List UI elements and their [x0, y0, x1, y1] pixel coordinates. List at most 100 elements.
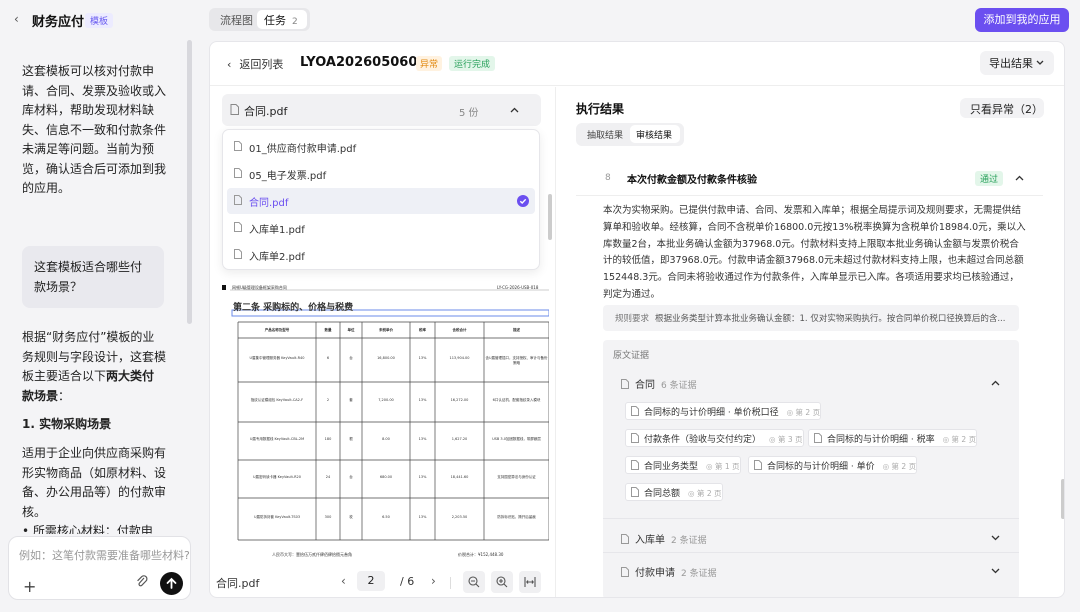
evidence-chip[interactable]: 合同标的与计价明细 · 税率 ◎ 第 2 页 [808, 429, 978, 447]
file-option[interactable]: 05_电子发票.pdf [227, 161, 535, 187]
result-scrollbar[interactable] [1061, 479, 1064, 519]
sidebar-scrollbar[interactable] [187, 40, 192, 324]
table-cell: 16,800.00 [377, 356, 395, 360]
evidence-chip[interactable]: 合同标的与计价明细 · 单价 ◎ 第 2 页 [748, 456, 918, 474]
file-dropdown: 01_供应商付款申请.pdf 05_电子发票.pdf 合同.pdf 入库单1.pdf 入… [222, 129, 540, 270]
chevron-down-icon[interactable] [991, 568, 1000, 574]
file-icon [631, 487, 639, 497]
zoom-in-icon[interactable] [491, 571, 513, 593]
chevron-left-icon: ‹ [227, 58, 232, 71]
evidence-group[interactable]: 入库单 2 条证据 [621, 531, 707, 546]
evidence-group[interactable]: 合同 6 条证据 [621, 376, 697, 391]
table-cell: 枚 [349, 515, 353, 519]
file-icon [631, 460, 639, 470]
table-cell: 113,904.00 [449, 356, 470, 360]
table-cell: 18,441.60 [450, 475, 469, 479]
chevron-up-icon [1015, 175, 1024, 181]
send-button[interactable] [160, 572, 183, 595]
page-number-input[interactable]: 2 [357, 571, 385, 591]
answer-paragraph: 适用于企业向供应商采购有形实物商品（如原材料、设备、办公用品等）的付款审核。 [22, 446, 167, 519]
chevron-up-icon[interactable] [991, 380, 1000, 386]
file-option[interactable]: 01_供应商付款申请.pdf [227, 134, 535, 160]
tab-review-results[interactable]: 审核结果 [630, 125, 680, 143]
table-cell: 6口认证机，配套指纹录入模块 [492, 398, 541, 402]
evidence-chip[interactable]: 合同标的与计价明细 · 单价税口径 ◎ 第 2 页 [625, 402, 822, 420]
location-pin-icon: ◎ 第 1 页 [706, 462, 740, 471]
location-pin-icon: ◎ 第 2 页 [688, 489, 722, 498]
tab-tasks[interactable]: 任务 2 [257, 10, 307, 29]
table-cell: 680.00 [379, 475, 393, 479]
table-cell: 13% [418, 398, 427, 402]
pdf-page-preview: 网顿U级管理设备框架采购合同 LY-CG-2026-USB-018 第二条 采购… [222, 282, 549, 562]
file-icon [234, 195, 242, 205]
page-total: / 6 [400, 575, 415, 588]
check-icon [517, 195, 529, 207]
file-icon [234, 222, 242, 232]
only-abnormal-toggle[interactable]: 只看异常（2） [960, 98, 1044, 118]
review-section: 8 本次付款金额及付款条件核验 通过 本次为实物采购。已提供付款申请、合同、发票… [576, 156, 1043, 597]
page-section-title: 第二条 采购标的、价格与税费 [233, 303, 354, 313]
fit-width-icon[interactable] [519, 571, 541, 593]
evidence-chip[interactable]: 合同业务类型 ◎ 第 1 页 [625, 456, 741, 474]
plus-icon[interactable]: + [23, 577, 36, 596]
section-header[interactable]: 8 本次付款金额及付款条件核验 通过 [576, 156, 1043, 196]
tab-flowchart[interactable]: 流程图 [220, 12, 253, 28]
file-icon [234, 249, 242, 259]
file-count: 5 份 [459, 108, 479, 119]
table-cell: 180 [324, 437, 332, 441]
evidence-chip[interactable]: 合同总额 ◎ 第 2 页 [625, 483, 723, 501]
prev-page-icon[interactable]: ‹ [341, 574, 346, 588]
evidence-chip[interactable]: 付款条件（验收与交付约定） ◎ 第 3 页 [625, 429, 804, 447]
evidence-group[interactable]: 付款申请 2 条证据 [621, 564, 717, 579]
template-tag: 模板 [85, 13, 114, 28]
table-cell: U盾专用数据线 KeyVault-CBL-2M [249, 437, 305, 441]
answer-intro: 根据“财务应付”模板的业务规则与字段设计，这套模板主要适合以下两大类付款场景： [22, 330, 167, 403]
tab-extract-results[interactable]: 抽取结果 [587, 128, 623, 141]
table-cell: 13% [418, 475, 427, 479]
table-cell: 套 [349, 398, 353, 402]
table-cell: U盾集中管理服务器 KeyVault-R40 [249, 356, 305, 360]
table-cell: 台 [349, 475, 353, 479]
back-to-list-link[interactable]: ‹ 返回列表 [227, 56, 283, 72]
table-cell: 13% [418, 515, 427, 519]
zoom-out-icon[interactable] [463, 571, 485, 593]
table-cell: 1,627.20 [451, 437, 468, 441]
template-title: 财务应付 [32, 15, 85, 30]
file-icon [621, 534, 629, 544]
add-to-my-apps-button[interactable]: 添加到我的应用 [975, 8, 1069, 32]
task-header: ‹ 返回列表 LYOA20260506026 异常 运行完成 导出结果 [210, 42, 1064, 86]
table-cell: U盾密码读卡器 KeyVault-R20 [253, 475, 301, 479]
chevron-up-icon [510, 107, 519, 113]
file-option[interactable]: 入库单2.pdf [227, 242, 535, 268]
table-cell: 单位 [347, 328, 355, 332]
answer-paragraph-cut: • 所需核心材料：付款申 [22, 524, 153, 534]
table-cell: 13% [418, 437, 427, 441]
export-results-button[interactable]: 导出结果 [980, 51, 1054, 75]
chevron-down-icon[interactable] [991, 535, 1000, 541]
paperclip-icon[interactable] [136, 575, 148, 589]
table-cell: 税率 [419, 328, 426, 332]
file-option[interactable]: 合同.pdf [227, 188, 535, 214]
file-icon [631, 433, 639, 443]
pass-badge: 通过 [975, 171, 1004, 186]
intro-message: 这套模板可以核对付款申请、合同、发票及验收或入库材料，帮助发现材料缺失、信息不一… [22, 64, 167, 195]
table-cell: 24 [325, 475, 331, 479]
chat-input-box[interactable]: 例如：这笔付款需要准备哪些材料? + [8, 536, 191, 600]
table-cell: 含税合计 [452, 328, 467, 332]
table-cell: 2 [326, 398, 330, 402]
doc-scrollbar[interactable] [548, 194, 552, 240]
pdf-file-name: 合同.pdf [216, 577, 260, 590]
file-option[interactable]: 入库单1.pdf [227, 215, 535, 241]
back-chevron-icon[interactable]: ‹ [14, 12, 19, 26]
page-footer-right: 价税合计：¥152,448.30 [458, 552, 504, 557]
abnormal-badge: 异常 [416, 56, 443, 71]
file-icon [814, 433, 822, 443]
chat-input[interactable]: 例如：这笔付款需要准备哪些材料? [19, 547, 190, 563]
next-page-icon[interactable]: › [431, 574, 436, 588]
task-detail-card: ‹ 返回列表 LYOA20260506026 异常 运行完成 导出结果 合同.pd… [209, 41, 1065, 598]
rule-requirement[interactable]: 规则要求 根据业务类型计算本批业务确认金额：1. 仅对实物采购执行。按合同单价税口… [603, 305, 1019, 331]
file-icon [234, 168, 242, 178]
table-cell: 防拆标识贴，撕开后留痕 [497, 515, 536, 519]
file-select[interactable]: 合同.pdf 5 份 [222, 94, 541, 126]
table-cell: 300 [324, 515, 332, 519]
